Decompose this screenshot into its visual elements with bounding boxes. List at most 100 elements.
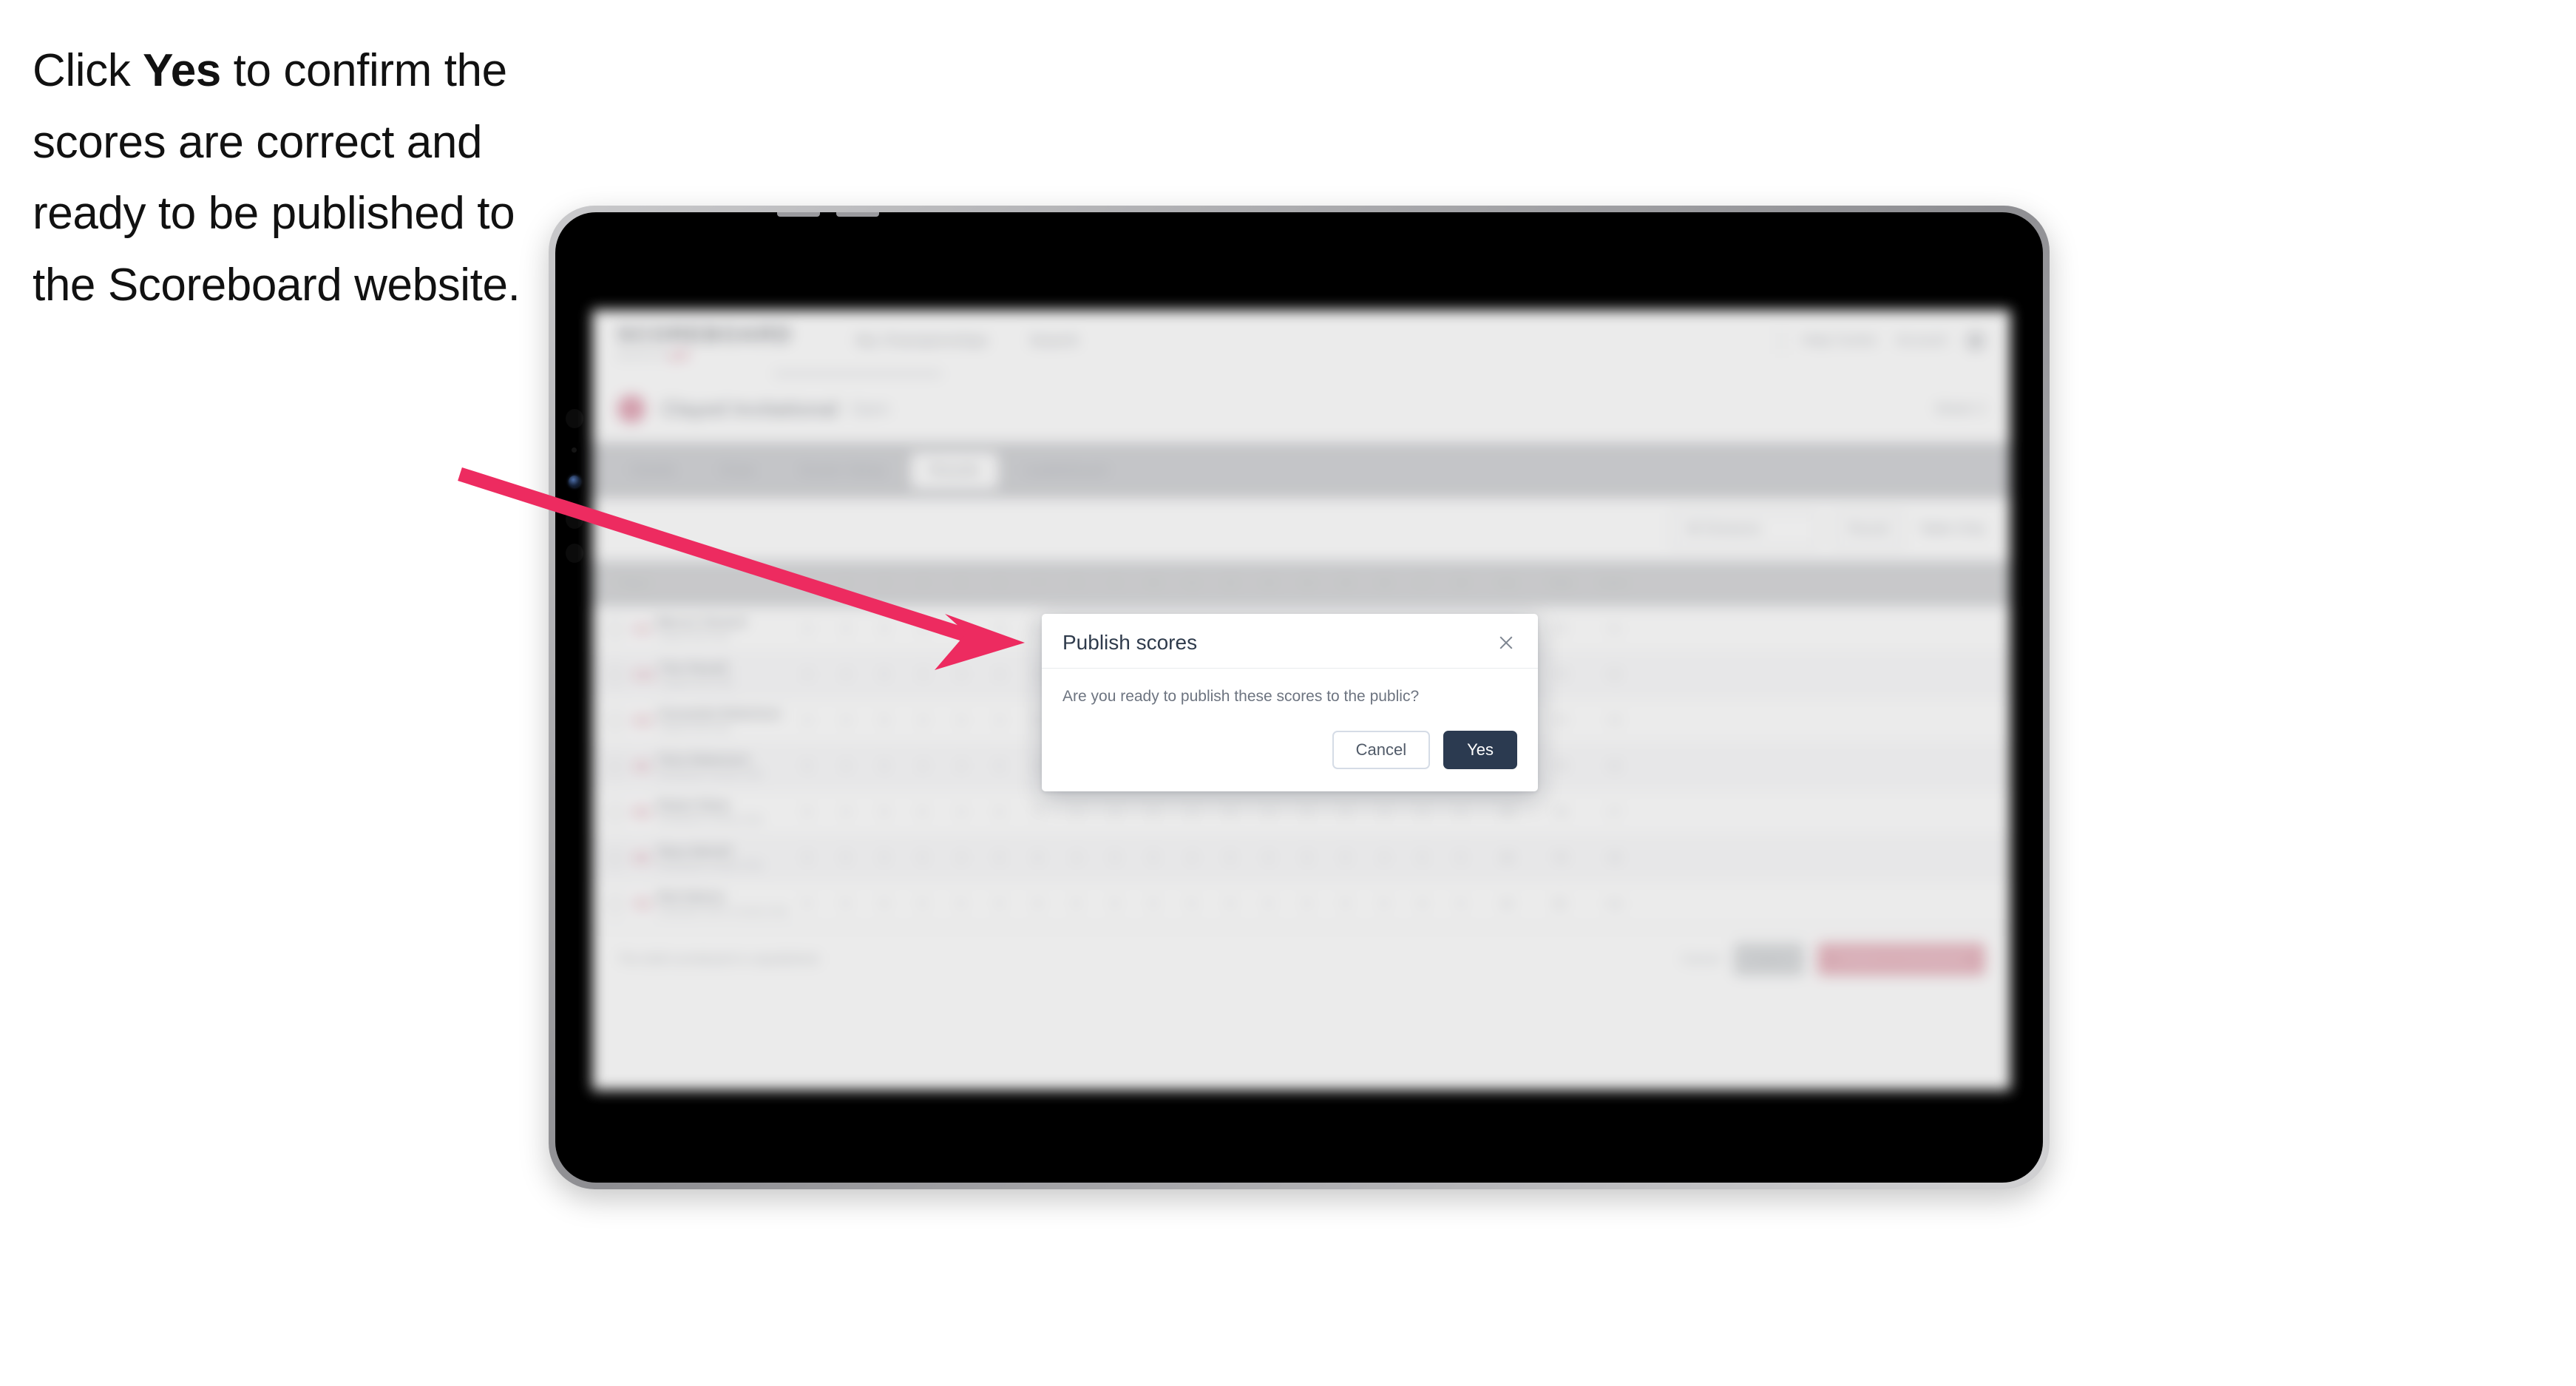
- score-cell[interactable]: 5: [1134, 898, 1173, 911]
- score-cell[interactable]: 5: [1019, 806, 1057, 819]
- device-button-upper[interactable]: [566, 409, 583, 428]
- score-cell[interactable]: 5: [1134, 852, 1173, 865]
- score-cell[interactable]: 5: [1326, 806, 1365, 819]
- score-cell[interactable]: 5: [865, 852, 904, 865]
- score-cell[interactable]: 5: [1326, 852, 1365, 865]
- score-cell[interactable]: 5: [865, 714, 904, 728]
- score-cell[interactable]: 5: [1288, 852, 1326, 865]
- view-select[interactable]: Table Only: [1919, 521, 1985, 538]
- round-select[interactable]: Round: [1833, 511, 1905, 548]
- score-cell[interactable]: 4: [904, 714, 942, 728]
- score-cell[interactable]: 6: [865, 898, 904, 911]
- score-cell[interactable]: 5: [788, 898, 827, 911]
- score-cell[interactable]: 5: [788, 806, 827, 819]
- score-cell[interactable]: 5: [1442, 852, 1480, 865]
- division-select[interactable]: All Divisions: [1670, 511, 1819, 548]
- score-cell[interactable]: 5: [1403, 852, 1442, 865]
- score-cell[interactable]: 5: [1211, 806, 1250, 819]
- score-cell[interactable]: 4: [788, 669, 827, 682]
- score-cell[interactable]: 5: [1250, 852, 1288, 865]
- score-cell[interactable]: 5: [1442, 898, 1480, 911]
- score-cell[interactable]: 6: [1403, 898, 1442, 911]
- score-cell[interactable]: 5: [942, 898, 980, 911]
- cancel-button[interactable]: Cancel: [1332, 731, 1431, 770]
- score-cell[interactable]: 4: [827, 669, 865, 682]
- score-cell[interactable]: 4: [980, 623, 1019, 636]
- score-cell[interactable]: 4: [1250, 806, 1288, 819]
- table-row[interactable]: 7th Nick Nelson Southside Golf & Country…: [592, 882, 2010, 927]
- device-button-middle[interactable]: [566, 510, 583, 529]
- row-checkbox[interactable]: [607, 666, 623, 683]
- device-button-lower[interactable]: [566, 544, 583, 563]
- score-cell[interactable]: 5: [865, 806, 904, 819]
- app-logo[interactable]: SCOREBOARD powered by golf: [617, 322, 793, 360]
- score-cell[interactable]: 5: [1096, 898, 1134, 911]
- score-cell[interactable]: 5: [1211, 898, 1250, 911]
- score-cell[interactable]: 5: [1096, 852, 1134, 865]
- tab-details[interactable]: Details: [611, 453, 695, 489]
- score-cell[interactable]: 5: [1403, 806, 1442, 819]
- score-cell[interactable]: 5: [1442, 806, 1480, 819]
- score-cell[interactable]: 5: [788, 852, 827, 865]
- score-cell[interactable]: 4: [942, 714, 980, 728]
- score-cell[interactable]: 5: [980, 898, 1019, 911]
- score-cell[interactable]: 3: [904, 669, 942, 682]
- nav-item-my-championships[interactable]: My Championships: [856, 332, 989, 350]
- score-cell[interactable]: 5: [1288, 898, 1326, 911]
- score-cell[interactable]: 4: [1096, 806, 1134, 819]
- score-cell[interactable]: 5: [904, 898, 942, 911]
- close-icon[interactable]: [1495, 632, 1517, 654]
- footer-save-button[interactable]: Save: [1733, 942, 1804, 976]
- score-cell[interactable]: 4: [942, 669, 980, 682]
- row-checkbox[interactable]: [607, 804, 623, 821]
- score-cell[interactable]: 5: [865, 669, 904, 682]
- row-checkbox[interactable]: [607, 758, 623, 775]
- table-row[interactable]: 5th Robert Shaw Northlands Country Club …: [592, 790, 2010, 836]
- score-cell[interactable]: 5: [1211, 852, 1250, 865]
- footer-publish-button[interactable]: Publish to Scoreboard: [1817, 942, 1985, 976]
- score-cell[interactable]: 4: [1173, 852, 1211, 865]
- tab-draw[interactable]: Draw: [701, 453, 774, 489]
- score-cell[interactable]: 4: [904, 623, 942, 636]
- score-cell[interactable]: 4: [942, 760, 980, 774]
- score-cell[interactable]: 4: [1365, 852, 1403, 865]
- score-cell[interactable]: 4: [942, 806, 980, 819]
- score-cell[interactable]: 4: [827, 806, 865, 819]
- score-cell[interactable]: 4: [788, 714, 827, 728]
- score-cell[interactable]: 6: [1019, 898, 1057, 911]
- score-cell[interactable]: 5: [1057, 898, 1096, 911]
- nav-item-search[interactable]: Search: [1029, 332, 1079, 350]
- row-checkbox[interactable]: [607, 621, 623, 638]
- score-cell[interactable]: 5: [827, 852, 865, 865]
- score-cell[interactable]: 5: [1326, 898, 1365, 911]
- tab-scorer-setup[interactable]: Scorer Setup: [780, 453, 905, 489]
- header-item-help-centre[interactable]: Help Centre: [1802, 333, 1877, 349]
- score-cell[interactable]: 5: [1288, 806, 1326, 819]
- score-cell[interactable]: 4: [904, 760, 942, 774]
- score-cell[interactable]: 4: [827, 760, 865, 774]
- score-cell[interactable]: 3: [942, 623, 980, 636]
- score-cell[interactable]: 5: [865, 623, 904, 636]
- score-cell[interactable]: 5: [980, 852, 1019, 865]
- score-cell[interactable]: 5: [1173, 898, 1211, 911]
- score-cell[interactable]: 6: [1019, 852, 1057, 865]
- score-cell[interactable]: 5: [980, 806, 1019, 819]
- score-cell[interactable]: 4: [1057, 806, 1096, 819]
- footer-cancel-link[interactable]: Cancel: [1681, 952, 1721, 967]
- score-cell[interactable]: 4: [1173, 806, 1211, 819]
- score-cell[interactable]: 4: [980, 669, 1019, 682]
- row-checkbox[interactable]: [607, 850, 623, 867]
- row-checkbox[interactable]: [607, 712, 623, 729]
- score-cell[interactable]: 5: [1134, 806, 1173, 819]
- score-cell[interactable]: 4: [1057, 852, 1096, 865]
- tab-results[interactable]: Results: [910, 452, 999, 489]
- score-cell[interactable]: 4: [788, 623, 827, 636]
- score-cell[interactable]: 5: [904, 852, 942, 865]
- score-cell[interactable]: 5: [1365, 898, 1403, 911]
- score-cell[interactable]: 5: [1250, 898, 1288, 911]
- yes-button[interactable]: Yes: [1443, 731, 1517, 770]
- score-cell[interactable]: 4: [1365, 806, 1403, 819]
- avatar[interactable]: [1966, 331, 1985, 351]
- tab-leaderboard[interactable]: Leaderboard: [1004, 453, 1126, 489]
- row-checkbox[interactable]: [607, 896, 623, 913]
